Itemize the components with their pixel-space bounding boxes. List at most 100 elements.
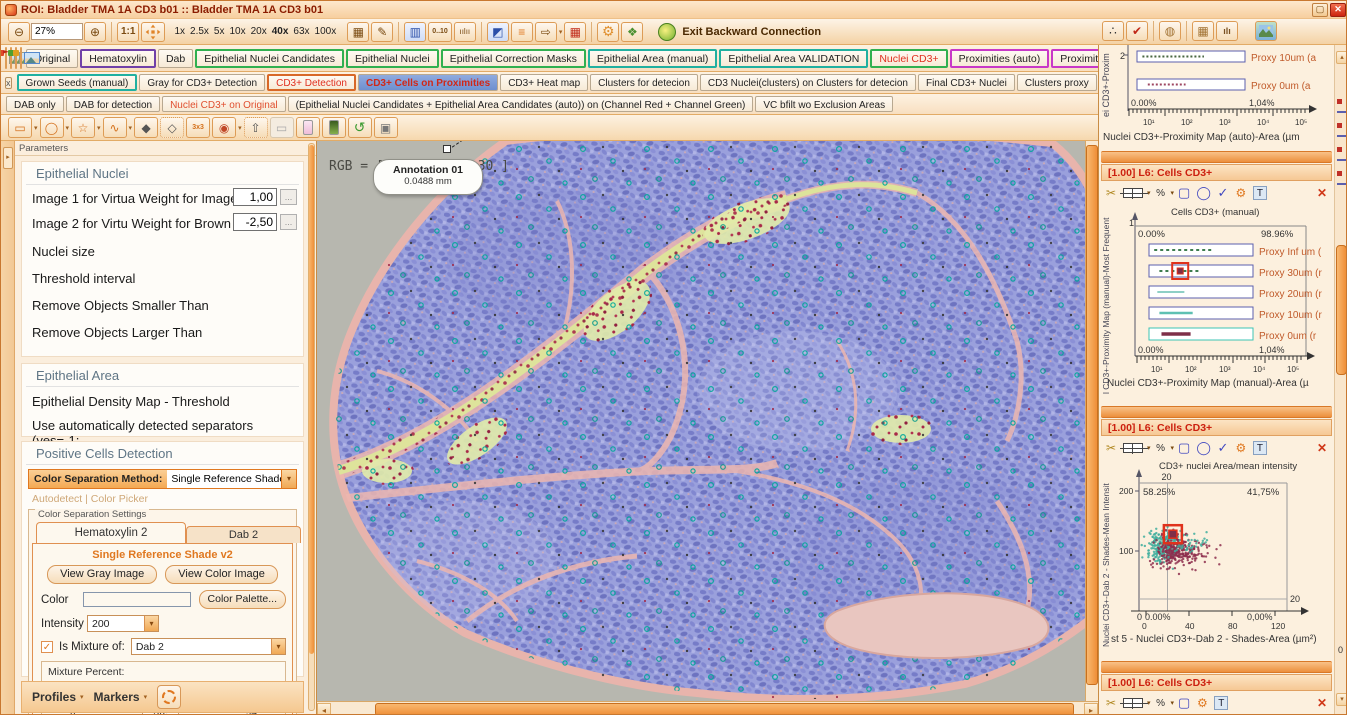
- ellipse-gate-button[interactable]: ◯: [1194, 439, 1213, 457]
- undo-button[interactable]: ↺: [348, 117, 372, 138]
- method-select[interactable]: Single Reference Shade v2: [167, 470, 281, 488]
- percent-dropdown-arrow[interactable]: ▾: [1171, 444, 1175, 452]
- magnification-label[interactable]: 1x: [174, 26, 185, 37]
- proximity-auto-chart[interactable]: ei CD3+-Proxim2Proxy 10um (aProxy 0um (a…: [1101, 45, 1333, 145]
- settings-gears-button[interactable]: ⚙: [1233, 184, 1249, 202]
- intensity-select[interactable]: 200 ▾: [87, 615, 159, 632]
- result-tab[interactable]: Final CD3+ Nuclei: [918, 74, 1015, 91]
- grid-zoom-button[interactable]: ▦: [347, 22, 369, 42]
- restore-window-button[interactable]: ▢: [1312, 3, 1328, 17]
- ruler-button[interactable]: ıılıı: [454, 22, 476, 42]
- rectangle-dropdown-arrow[interactable]: ▾: [34, 124, 38, 132]
- area-intensity-scatter-chart[interactable]: CD3+ nuclei Area/mean intensity201002002…: [1101, 459, 1333, 655]
- rect-gate-button[interactable]: ▢: [1176, 184, 1192, 202]
- tab-hematoxylin2[interactable]: Hematoxylin 2: [36, 522, 186, 543]
- pin-up-button[interactable]: ◇: [160, 117, 184, 138]
- boxplot-type-button[interactable]: [1121, 694, 1145, 712]
- rectangle-roi-button[interactable]: ▭: [8, 117, 32, 138]
- export-button[interactable]: ⇨: [535, 22, 557, 42]
- pin-down-button[interactable]: ◆: [134, 117, 158, 138]
- green-marker-button[interactable]: [322, 117, 346, 138]
- close-chart-button[interactable]: ✕: [1314, 184, 1330, 202]
- image-nav-first-button[interactable]: [5, 47, 7, 69]
- view-color-image-button[interactable]: View Color Image: [165, 565, 278, 584]
- image-tab[interactable]: Epithelial Area VALIDATION: [719, 49, 868, 68]
- markers-menu[interactable]: Markers: [94, 690, 140, 704]
- ellipse-dropdown-arrow[interactable]: ▾: [66, 124, 70, 132]
- target-dropdown-arrow[interactable]: ▾: [238, 124, 242, 132]
- image-toggle-button[interactable]: [1255, 21, 1277, 41]
- levels-button[interactable]: ≡: [511, 22, 533, 42]
- result-tab[interactable]: CD3+ Detection: [267, 74, 356, 91]
- exit-backward-connection-label[interactable]: Exit Backward Connection: [682, 26, 821, 38]
- result-tab[interactable]: Clusters proxy: [1017, 74, 1097, 91]
- gallery-button[interactable]: ◍: [1159, 21, 1181, 41]
- freehand-dropdown-arrow[interactable]: ▾: [129, 124, 133, 132]
- magnification-label[interactable]: 2.5x: [190, 26, 209, 37]
- close-chart-button[interactable]: ✕: [1314, 439, 1330, 457]
- viewer-vertical-scrollbar-thumb[interactable]: [1086, 145, 1098, 685]
- panel-scroll-up-button[interactable]: ▴: [1336, 51, 1347, 64]
- gate-cut-button[interactable]: ✂: [1103, 439, 1119, 457]
- percent-mode-button[interactable]: %: [1153, 439, 1169, 457]
- viewer-horizontal-scrollbar[interactable]: ◂ ▸: [317, 701, 1098, 715]
- refresh-markers-button[interactable]: [157, 685, 181, 709]
- color-swatch[interactable]: [83, 592, 190, 607]
- panel-scrollbar-thumb[interactable]: [1336, 245, 1347, 375]
- panel-separator[interactable]: [1101, 151, 1332, 163]
- magnification-label[interactable]: 100x: [315, 26, 337, 37]
- zoom-in-button[interactable]: ⊕: [84, 22, 106, 42]
- is-mixture-checkbox[interactable]: ✓: [41, 641, 53, 653]
- percent-mode-button[interactable]: %: [1153, 694, 1169, 712]
- chart-proximity-manual[interactable]: Cells CD3+ (manual)10.00%98.96%Proxy Inf…: [1101, 204, 1332, 405]
- scatter-plot-button[interactable]: ∴: [1102, 21, 1124, 41]
- weight-brown-input[interactable]: [233, 213, 277, 231]
- snapshot-button[interactable]: ▣: [374, 117, 398, 138]
- boxplot-type-button[interactable]: [1121, 184, 1145, 202]
- freehand-roi-button[interactable]: ∿: [103, 117, 127, 138]
- scroll-right-button[interactable]: ▸: [1084, 703, 1098, 715]
- profiles-dropdown-arrow[interactable]: ▾: [80, 693, 84, 701]
- red-grid-button[interactable]: ▦: [564, 22, 586, 42]
- zoom-level-input[interactable]: [31, 23, 83, 40]
- collapse-left-panel-button[interactable]: ▸: [3, 147, 13, 169]
- image-tab[interactable]: Hematoxylin: [80, 49, 156, 68]
- magnification-label[interactable]: 5x: [214, 26, 225, 37]
- tissue-image[interactable]: [317, 141, 1098, 701]
- percent-dropdown-arrow[interactable]: ▾: [1171, 189, 1175, 197]
- scroll-left-button[interactable]: ◂: [317, 703, 331, 715]
- histogram-button[interactable]: ✔: [1126, 21, 1148, 41]
- boxplot-type-button[interactable]: [1121, 439, 1145, 457]
- actual-size-button[interactable]: 1:1: [117, 22, 139, 42]
- image-tab[interactable]: Epithelial Nuclei Candidates: [195, 49, 344, 68]
- grid-3x3-button[interactable]: 3x3: [186, 117, 210, 138]
- rect-gate-button[interactable]: ▢: [1176, 439, 1192, 457]
- settings-gears-button[interactable]: ⚙: [1233, 439, 1249, 457]
- image-tab[interactable]: Epithelial Nuclei: [346, 49, 439, 68]
- channel-tab[interactable]: Nuclei CD3+ on Original: [162, 96, 286, 112]
- arrow-pin-button[interactable]: ⇧: [244, 117, 268, 138]
- polygon-gate-button[interactable]: ✓: [1215, 184, 1231, 202]
- polygon-roi-button[interactable]: ☆: [71, 117, 95, 138]
- gear-button[interactable]: ⚙: [597, 22, 619, 42]
- chart-area-intensity[interactable]: CD3+ nuclei Area/mean intensity201002002…: [1101, 459, 1332, 660]
- tab-dab2[interactable]: Dab 2: [186, 526, 301, 543]
- percent-dropdown-arrow[interactable]: ▾: [1171, 699, 1175, 707]
- settings-gears-button[interactable]: ⚙: [1194, 694, 1210, 712]
- color-picker-tool-button[interactable]: ◩: [487, 22, 509, 42]
- rect-gate-button[interactable]: ▢: [1176, 694, 1192, 712]
- map-export-button[interactable]: ❖: [621, 22, 643, 42]
- channel-tab[interactable]: DAB only: [6, 96, 64, 112]
- color-palette-button[interactable]: Color Palette...: [199, 590, 286, 609]
- magnification-label[interactable]: 10x: [229, 26, 245, 37]
- result-tab[interactable]: CD3+ Heat map: [500, 74, 588, 91]
- zoom-out-button[interactable]: ⊖: [8, 22, 30, 42]
- horizontal-scroll-track[interactable]: [331, 703, 1084, 715]
- method-dropdown-arrow[interactable]: ▾: [281, 470, 296, 488]
- chart-proximity-auto[interactable]: ei CD3+-Proxim2Proxy 10um (aProxy 0um (a…: [1101, 45, 1332, 150]
- caliper-button[interactable]: 0..10: [428, 22, 452, 42]
- image-tab[interactable]: Nuclei CD3+: [870, 49, 947, 68]
- table-view-button[interactable]: ▥: [404, 22, 426, 42]
- channel-tab[interactable]: DAB for detection: [66, 96, 160, 112]
- panel-separator[interactable]: [1101, 661, 1332, 673]
